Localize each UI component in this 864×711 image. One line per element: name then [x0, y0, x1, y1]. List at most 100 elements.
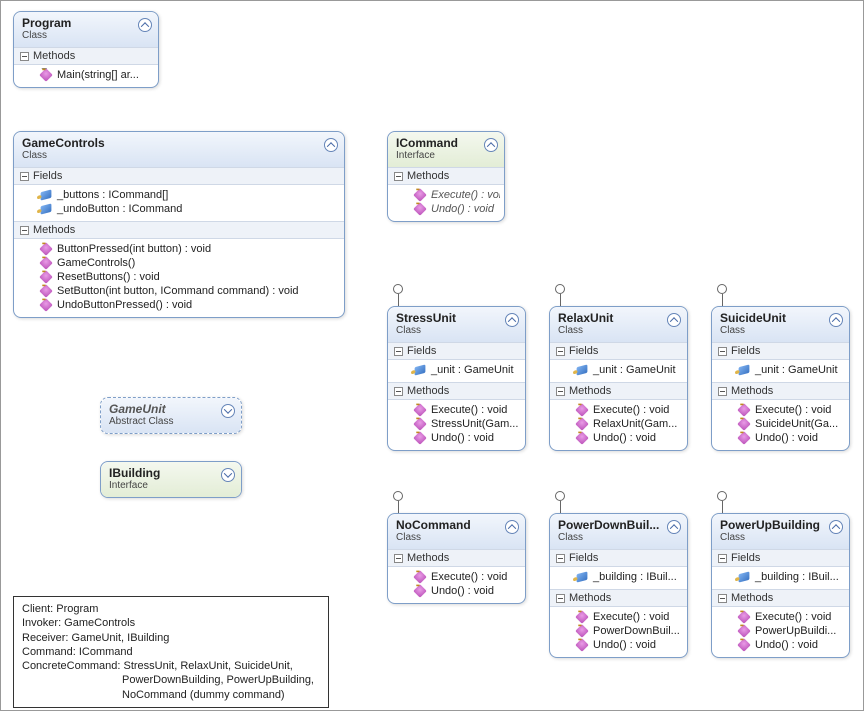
method-icon [39, 270, 53, 284]
minus-icon [718, 594, 727, 603]
lollipop-icon [555, 284, 565, 294]
box-header: RelaxUnit Class [550, 307, 687, 342]
lollipop-icon [393, 491, 403, 501]
box-header: GameControls Class [14, 132, 344, 167]
member-list: _unit : GameUnit [388, 360, 525, 382]
section-methods[interactable]: Methods [388, 382, 525, 400]
method-static-icon [39, 68, 53, 82]
class-title: SuicideUnit [720, 311, 841, 325]
box-header: ICommand Interface [388, 132, 504, 167]
method-item: ResetButtons() : void [18, 270, 340, 284]
method-icon [575, 638, 589, 652]
class-box-stressunit[interactable]: StressUnit Class Fields _unit : GameUnit… [387, 306, 526, 451]
collapse-icon[interactable] [324, 138, 338, 152]
section-fields[interactable]: Fields [550, 342, 687, 360]
member-list: Main(string[] ar... [14, 65, 158, 87]
member-list: _buttons : ICommand[] _undoButton : ICom… [14, 185, 344, 221]
section-methods[interactable]: Methods [712, 589, 849, 607]
class-box-nocommand[interactable]: NoCommand Class Methods Execute() : void… [387, 513, 526, 604]
method-item: Undo() : void [716, 431, 845, 445]
class-kind: Class [720, 532, 841, 543]
section-fields[interactable]: Fields [712, 549, 849, 567]
member-list: Execute() : void RelaxUnit(Gam... Undo()… [550, 400, 687, 450]
section-fields[interactable]: Fields [712, 342, 849, 360]
section-label: Methods [407, 552, 449, 564]
field-item: _undoButton : ICommand [18, 202, 340, 216]
section-label: Methods [731, 592, 773, 604]
class-kind: Interface [396, 150, 496, 161]
section-methods[interactable]: Methods [14, 221, 344, 239]
section-methods[interactable]: Methods [388, 549, 525, 567]
minus-icon [394, 347, 403, 356]
method-icon [39, 242, 53, 256]
interface-box-icommand[interactable]: ICommand Interface Methods Execute() : v… [387, 131, 505, 222]
method-item: Undo() : void [392, 431, 521, 445]
method-item: StressUnit(Gam... [392, 417, 521, 431]
method-item: Undo() : void [554, 638, 683, 652]
section-methods[interactable]: Methods [712, 382, 849, 400]
section-label: Fields [33, 170, 62, 182]
minus-icon [718, 347, 727, 356]
class-box-gamecontrols[interactable]: GameControls Class Fields _buttons : ICo… [13, 131, 345, 318]
class-kind: Class [396, 325, 517, 336]
method-item: RelaxUnit(Gam... [554, 417, 683, 431]
class-title: RelaxUnit [558, 311, 679, 325]
box-header: PowerDownBuil... Class [550, 514, 687, 549]
section-methods[interactable]: Methods [550, 589, 687, 607]
section-fields[interactable]: Fields [388, 342, 525, 360]
note-line: ConcreteCommand: StressUnit, RelaxUnit, … [22, 659, 320, 673]
collapse-icon[interactable] [505, 520, 519, 534]
section-methods[interactable]: Methods [14, 47, 158, 65]
class-box-powerdown[interactable]: PowerDownBuil... Class Fields _building … [549, 513, 688, 658]
method-item: Execute() : void [392, 570, 521, 584]
section-label: Fields [731, 345, 760, 357]
class-box-relaxunit[interactable]: RelaxUnit Class Fields _unit : GameUnit … [549, 306, 688, 451]
member-list: ButtonPressed(int button) : void GameCon… [14, 239, 344, 317]
member-list: Execute() : void PowerUpBuildi... Undo()… [712, 607, 849, 657]
interface-box-ibuilding[interactable]: IBuilding Interface [100, 461, 242, 498]
class-box-suicideunit[interactable]: SuicideUnit Class Fields _unit : GameUni… [711, 306, 850, 451]
box-header: StressUnit Class [388, 307, 525, 342]
interface-title: ICommand [396, 136, 496, 150]
minus-icon [394, 554, 403, 563]
class-title: GameUnit [109, 402, 233, 416]
collapse-icon[interactable] [138, 18, 152, 32]
method-item: Undo() : void [392, 584, 521, 598]
section-label: Fields [569, 345, 598, 357]
method-icon [39, 256, 53, 270]
class-kind: Abstract Class [109, 416, 233, 427]
method-item: Execute() : void [716, 403, 845, 417]
minus-icon [556, 594, 565, 603]
note-line: Command: ICommand [22, 645, 320, 659]
member-list: Execute() : void SuicideUnit(Ga... Undo(… [712, 400, 849, 450]
method-icon [575, 610, 589, 624]
class-box-powerup[interactable]: PowerUpBuilding Class Fields _building :… [711, 513, 850, 658]
collapse-icon[interactable] [667, 313, 681, 327]
field-icon [739, 364, 750, 375]
box-header: PowerUpBuilding Class [712, 514, 849, 549]
expand-icon[interactable] [221, 468, 235, 482]
class-box-program[interactable]: Program Class Methods Main(string[] ar..… [13, 11, 159, 88]
note-line: Receiver: GameUnit, IBuilding [22, 631, 320, 645]
expand-icon[interactable] [221, 404, 235, 418]
section-methods[interactable]: Methods [388, 167, 504, 185]
section-fields[interactable]: Fields [14, 167, 344, 185]
section-methods[interactable]: Methods [550, 382, 687, 400]
field-icon [739, 571, 750, 582]
collapse-icon[interactable] [829, 520, 843, 534]
collapse-icon[interactable] [667, 520, 681, 534]
section-label: Methods [731, 385, 773, 397]
section-fields[interactable]: Fields [550, 549, 687, 567]
minus-icon [556, 347, 565, 356]
collapse-icon[interactable] [829, 313, 843, 327]
class-box-gameunit[interactable]: GameUnit Abstract Class [100, 397, 242, 434]
collapse-icon[interactable] [505, 313, 519, 327]
field-item: _unit : GameUnit [554, 363, 683, 377]
minus-icon [556, 387, 565, 396]
box-header: Program Class [14, 12, 158, 47]
collapse-icon[interactable] [484, 138, 498, 152]
method-item: SetButton(int button, ICommand command) … [18, 284, 340, 298]
field-icon [577, 571, 588, 582]
method-icon [575, 417, 589, 431]
minus-icon [394, 172, 403, 181]
